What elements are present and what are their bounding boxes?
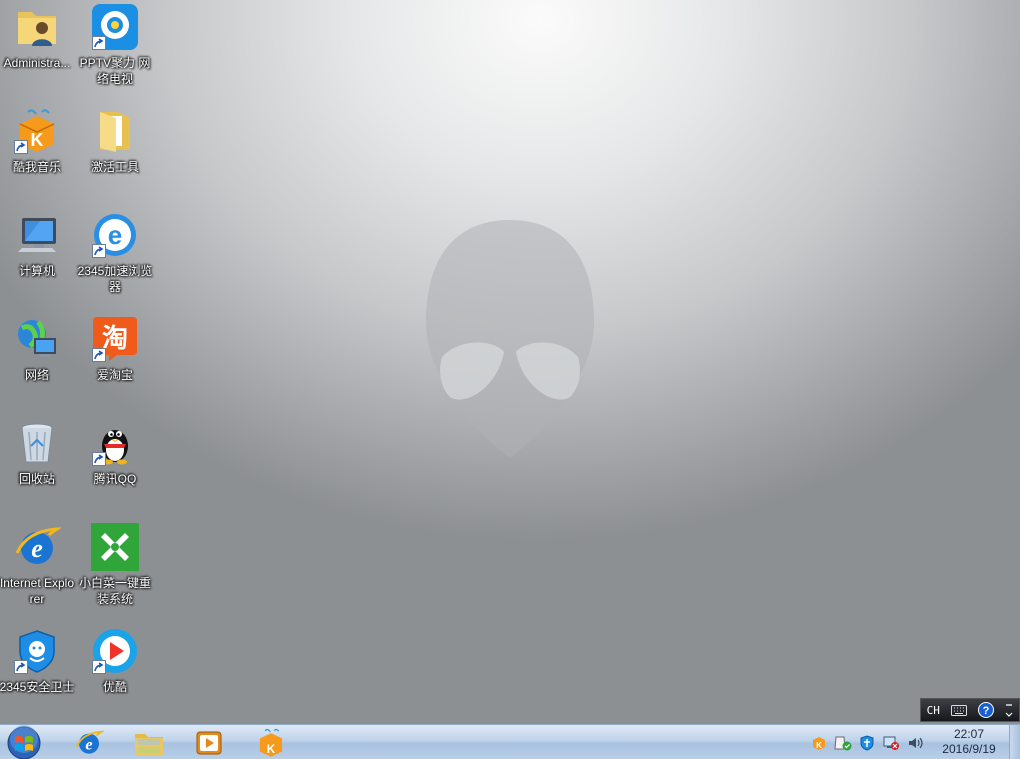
- desktop-icon-label: 酷我音乐: [12, 160, 61, 174]
- windows-orb-icon: [7, 724, 41, 759]
- action-center-icon[interactable]: [834, 735, 852, 751]
- desktop-icon-administrator[interactable]: Administra...: [0, 2, 76, 102]
- network-icon: [18, 320, 56, 357]
- taskbar-ie-button[interactable]: e: [62, 726, 116, 759]
- desktop-icon-label: PPTV聚力 网络电视: [79, 56, 151, 86]
- taskbar-media-player-button[interactable]: [182, 726, 236, 759]
- desktop-icon-label: Administra...: [3, 56, 71, 70]
- taskbar: e K K 22:07 2016/9/19: [0, 724, 1020, 759]
- svg-text:K: K: [267, 742, 276, 755]
- svg-text:e: e: [108, 220, 122, 250]
- shortcut-arrow-icon: [92, 660, 106, 674]
- taskbar-clock[interactable]: 22:07 2016/9/19: [930, 727, 1008, 758]
- desktop-icon-xiaobaicai[interactable]: 小白菜一键重装系统: [76, 522, 154, 622]
- desktop-icon-internet-explorer[interactable]: e Internet Explorer: [0, 522, 76, 622]
- svg-text:e: e: [31, 534, 43, 563]
- desktop-icon-label: 优酷: [102, 680, 127, 694]
- taskbar-explorer-button[interactable]: [122, 726, 176, 759]
- ie-icon: e: [75, 730, 104, 754]
- svg-text:K: K: [31, 130, 44, 150]
- desktop-icon-computer[interactable]: 计算机: [0, 210, 76, 310]
- clock-time: 22:07: [953, 727, 985, 741]
- desktop-icon-aitaobao[interactable]: 淘 爱淘宝: [76, 314, 154, 414]
- volume-icon[interactable]: [907, 735, 925, 751]
- desktop-icon-label: Internet Explorer: [0, 576, 75, 606]
- kuwo-tray-icon[interactable]: K: [811, 735, 827, 751]
- shield-tray-icon[interactable]: [859, 734, 875, 751]
- desktop-icon-label: 2345安全卫士: [0, 680, 75, 694]
- network-disconnected-icon[interactable]: [882, 735, 900, 751]
- ie-icon: e: [15, 527, 61, 564]
- folder-icon: [100, 112, 130, 152]
- clock-date: 2016/9/19: [942, 742, 996, 756]
- desktop-icon-activation-tool[interactable]: 激活工具: [76, 106, 154, 206]
- desktop-icon-label: 回收站: [18, 472, 55, 486]
- desktop-icon-pptv[interactable]: PPTV聚力 网络电视: [76, 2, 154, 102]
- desktop-icon-label: 激活工具: [90, 160, 139, 174]
- xiaobaicai-icon: [91, 523, 139, 571]
- taskbar-kuwo-button[interactable]: K: [244, 726, 298, 759]
- desktop-icon-2345-security[interactable]: 2345安全卫士: [0, 626, 76, 726]
- desktop[interactable]: Administra... K 酷我音乐 计算机 网络 回收站 e Intern…: [0, 0, 1020, 724]
- desktop-icon-recycle-bin[interactable]: 回收站: [0, 418, 76, 518]
- desktop-icon-qq[interactable]: 腾讯QQ: [76, 418, 154, 518]
- desktop-icon-youku[interactable]: 优酷: [76, 626, 154, 726]
- desktop-icon-network[interactable]: 网络: [0, 314, 76, 414]
- desktop-icon-label: 腾讯QQ: [93, 472, 137, 486]
- svg-text:K: K: [817, 741, 823, 750]
- desktop-icon-kuwo-music[interactable]: K 酷我音乐: [0, 106, 76, 206]
- shortcut-arrow-icon: [14, 140, 28, 154]
- svg-text:e: e: [85, 735, 92, 753]
- desktop-icon-2345-browser[interactable]: e 2345加速浏览器: [76, 210, 154, 310]
- language-bar[interactable]: CH ?: [920, 698, 1020, 722]
- shortcut-arrow-icon: [92, 244, 106, 258]
- desktop-icon-label: 爱淘宝: [96, 368, 133, 382]
- kuwo-music-icon: K: [259, 728, 283, 757]
- language-indicator[interactable]: CH: [927, 704, 940, 717]
- desktop-icon-label: 网络: [24, 368, 49, 382]
- shortcut-arrow-icon: [14, 660, 28, 674]
- system-tray: K: [808, 725, 928, 759]
- computer-icon: [18, 218, 56, 252]
- keyboard-icon[interactable]: [951, 704, 968, 716]
- svg-text:?: ?: [983, 705, 990, 717]
- shortcut-arrow-icon: [92, 36, 106, 50]
- explorer-folder-icon: [135, 733, 163, 756]
- help-icon[interactable]: ?: [978, 702, 995, 718]
- shortcut-arrow-icon: [92, 452, 106, 466]
- media-player-icon: [196, 731, 222, 754]
- alienware-logo: [426, 220, 594, 458]
- desktop-icon-label: 2345加速浏览器: [77, 264, 153, 294]
- recycle-bin-icon: [21, 423, 53, 463]
- shortcut-arrow-icon: [92, 348, 106, 362]
- langbar-options-icon[interactable]: [1005, 703, 1013, 717]
- user-folder-icon: [18, 12, 56, 46]
- start-button[interactable]: [4, 724, 44, 759]
- show-desktop-button[interactable]: [1009, 725, 1020, 759]
- desktop-icon-label: 小白菜一键重装系统: [78, 576, 151, 606]
- desktop-icon-label: 计算机: [18, 264, 55, 278]
